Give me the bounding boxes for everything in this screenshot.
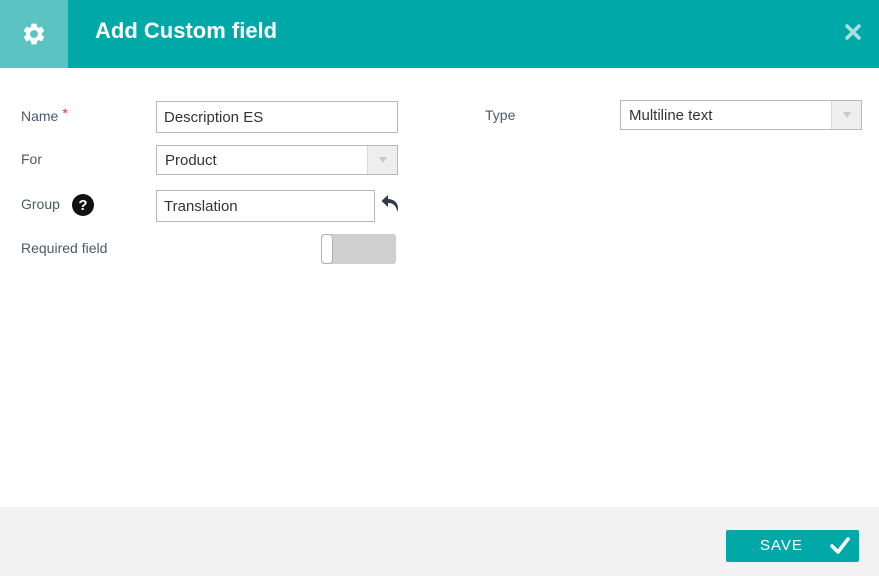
for-label: For [21,151,42,167]
type-select[interactable]: Multiline text [620,100,862,130]
required-star: * [62,105,68,121]
required-field-label: Required field [21,240,108,256]
group-input[interactable] [156,190,375,222]
type-label: Type [485,107,516,123]
toggle-knob [321,234,333,264]
save-button-label: SAVE [760,537,803,554]
save-button[interactable]: SAVE [726,530,859,562]
dialog-header: Add Custom field [0,0,879,68]
name-label: Name * [21,105,68,124]
gear-icon [23,23,45,45]
checkmark-icon [830,537,850,554]
dialog-title: Add Custom field [95,18,278,43]
required-field-toggle[interactable] [321,234,396,264]
for-select[interactable]: Product [156,145,398,175]
undo-icon [381,195,399,212]
chevron-down-icon [831,101,861,129]
name-label-text: Name [21,108,59,124]
name-input[interactable] [156,101,398,133]
header-icon-box [0,0,68,68]
close-button[interactable] [841,20,865,44]
type-select-value: Multiline text [629,107,713,124]
group-label: Group [21,196,60,212]
for-select-value: Product [165,152,217,169]
question-icon[interactable]: ? [72,194,94,216]
close-icon [845,24,861,40]
undo-button[interactable] [380,193,402,215]
chevron-down-icon [367,146,397,174]
